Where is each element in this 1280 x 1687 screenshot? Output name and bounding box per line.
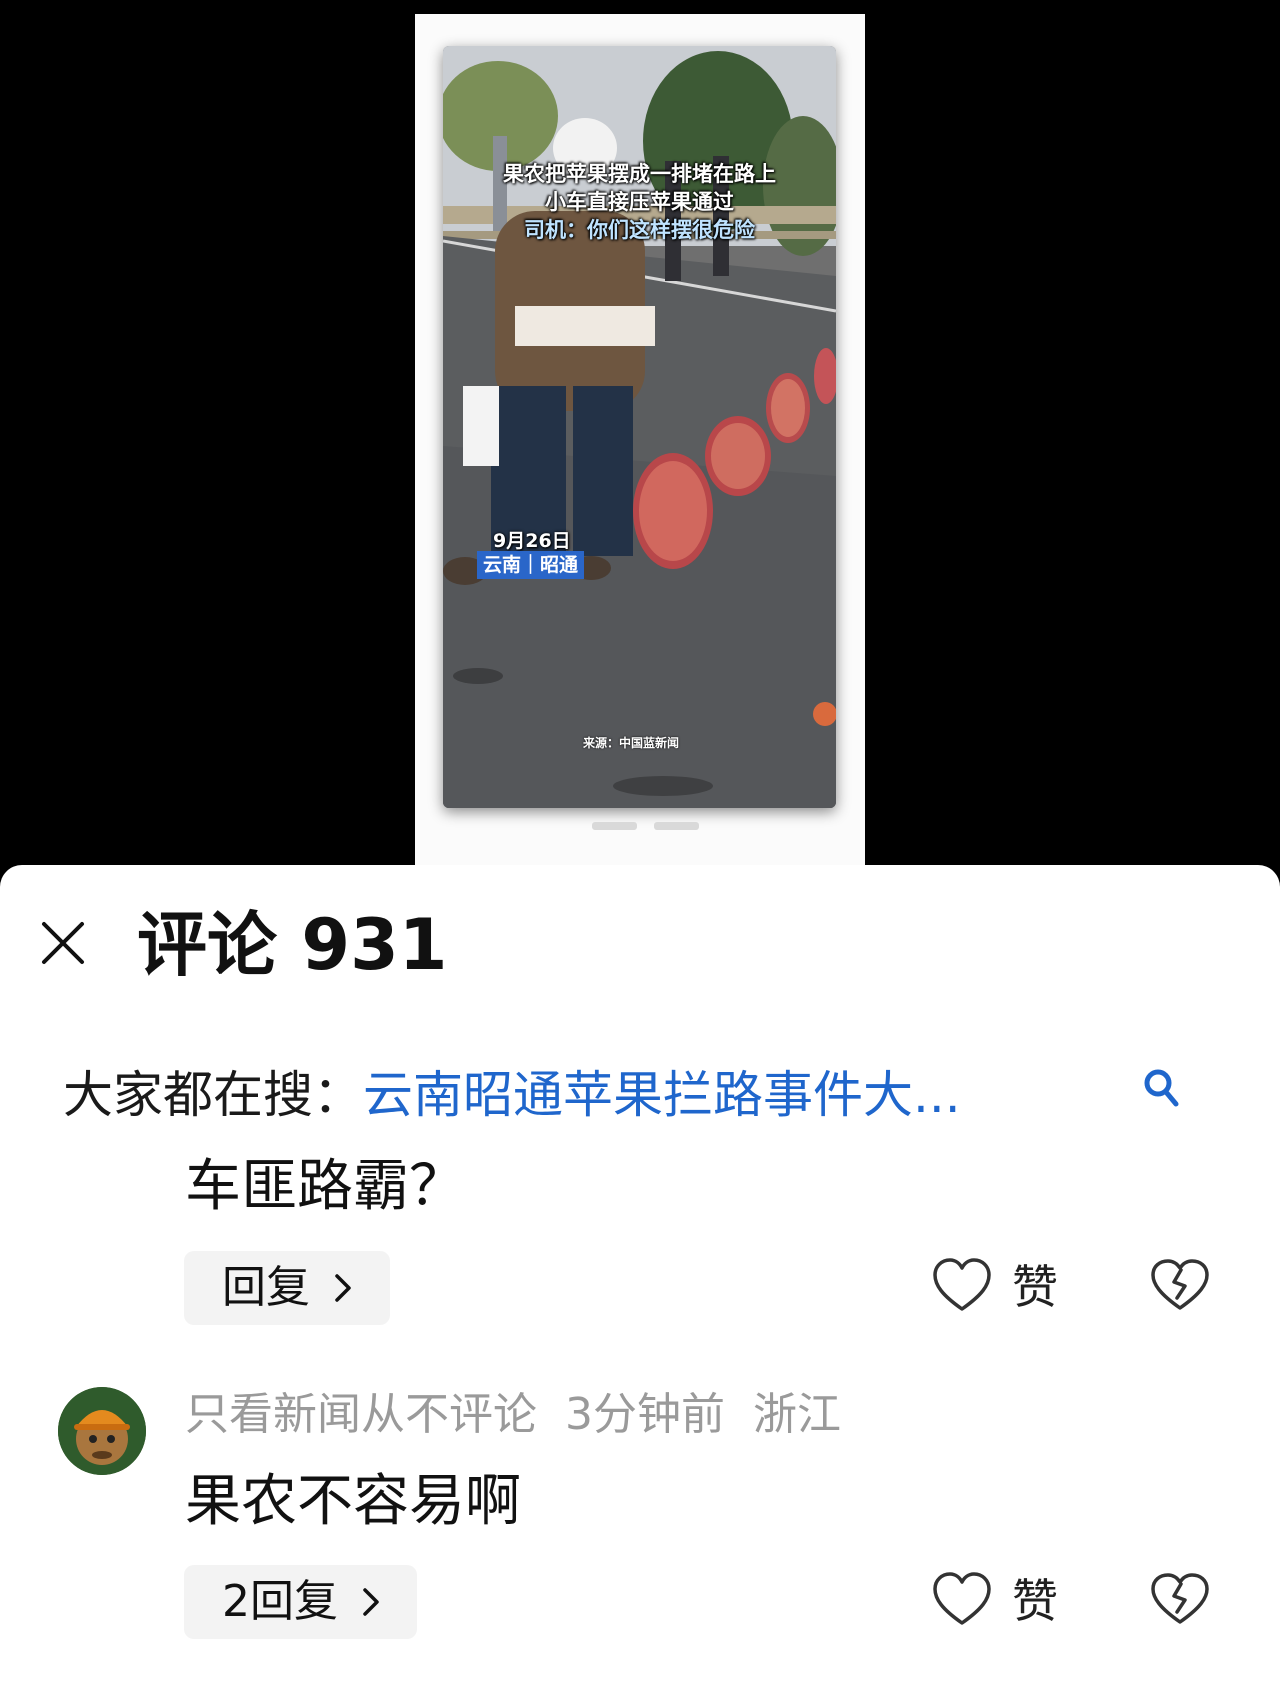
broken-heart-icon (1151, 1259, 1209, 1310)
comments-title: 评论 931 (137, 904, 448, 986)
video-location-badge: 云南｜昭通 (477, 551, 585, 579)
video-caption-line2: 小车直接压苹果通过 (545, 190, 734, 214)
comment-text: 车匪路霸？ (185, 1154, 465, 1219)
reply-button[interactable]: 回复 (184, 1251, 390, 1325)
broken-heart-icon (1151, 1573, 1209, 1624)
video-caption-line1: 果农把苹果摆成一排堵在路上 (503, 162, 776, 186)
comment-username[interactable]: 只看新闻从不评论 (185, 1389, 537, 1440)
trending-search[interactable]: 大家都在搜：云南昭通苹果拦路事件大... (63, 1065, 961, 1125)
video-date-label: 9月26日 (493, 530, 571, 552)
heart-icon (933, 1572, 991, 1625)
avatar[interactable] (58, 1387, 146, 1475)
close-icon (42, 922, 84, 964)
chevron-right-icon (363, 1588, 379, 1616)
search-icon[interactable] (1142, 1068, 1182, 1110)
reply-button[interactable]: 2回复 (184, 1565, 417, 1639)
trending-search-label: 大家都在搜： (63, 1066, 363, 1124)
carousel-indicator (592, 820, 704, 830)
comment-meta: 只看新闻从不评论 3分钟前 浙江 (185, 1385, 869, 1445)
heart-icon (933, 1258, 991, 1311)
chevron-right-icon (335, 1274, 351, 1302)
video-thumbnail[interactable]: 果农把苹果摆成一排堵在路上 小车直接压苹果通过 司机：你们这样摆很危险 9月26… (443, 46, 836, 808)
like-label: 赞 (1012, 1574, 1058, 1628)
close-button[interactable] (40, 920, 86, 966)
video-area: 果农把苹果摆成一排堵在路上 小车直接压苹果通过 司机：你们这样摆很危险 9月26… (0, 0, 1280, 870)
like-button[interactable]: 赞 (932, 1255, 1112, 1319)
video-caption-line3: 司机：你们这样摆很危险 (524, 218, 755, 242)
user-avatar-image (58, 1387, 146, 1475)
trending-search-query[interactable]: 云南昭通苹果拦路事件大... (363, 1066, 961, 1124)
video-source-label: 来源：中国蓝新闻 (583, 736, 680, 750)
comment-text: 果农不容易啊 (185, 1469, 521, 1534)
comment-time: 3分钟前 (565, 1389, 725, 1440)
comment-region: 浙江 (753, 1389, 841, 1440)
dislike-button[interactable] (1150, 1258, 1210, 1314)
reply-label: 回复 (222, 1262, 310, 1313)
like-button[interactable]: 赞 (932, 1569, 1112, 1633)
reply-label: 2回复 (222, 1576, 338, 1627)
like-label: 赞 (1012, 1260, 1058, 1314)
dislike-button[interactable] (1150, 1572, 1210, 1628)
comments-sheet: 评论 931 大家都在搜：云南昭通苹果拦路事件大... 车匪路霸？ 回复 赞 只… (0, 865, 1280, 1687)
